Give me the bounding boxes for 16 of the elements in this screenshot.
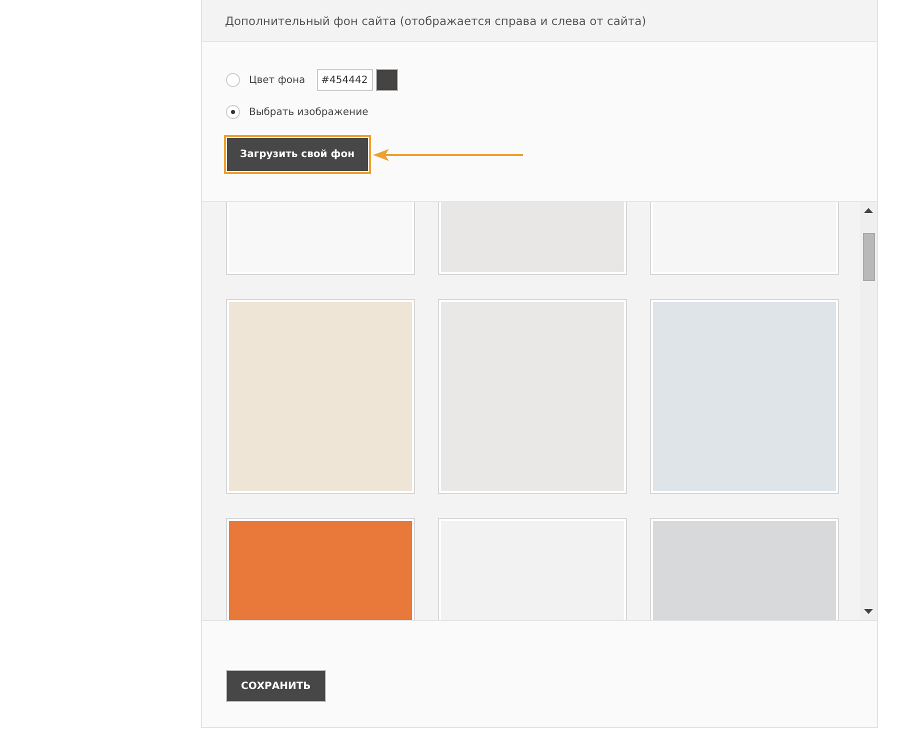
radio-button[interactable] xyxy=(226,73,240,87)
scroll-up-icon[interactable] xyxy=(864,208,873,213)
section-title: Дополнительный фон сайта (отображается справа и слева от сайта) xyxy=(225,14,646,28)
radio-button[interactable] xyxy=(226,105,240,119)
texture-swatch[interactable] xyxy=(226,299,415,494)
upload-button[interactable]: Загрузить свой фон xyxy=(226,137,368,172)
color-swatch[interactable] xyxy=(376,69,398,91)
texture-swatch[interactable] xyxy=(650,299,839,494)
scroll-thumb[interactable] xyxy=(862,233,874,281)
texture-swatch[interactable] xyxy=(438,299,627,494)
scroll-down-icon[interactable] xyxy=(864,609,873,614)
scrollbar[interactable] xyxy=(860,202,877,620)
option-label: Выбрать изображение xyxy=(249,106,368,118)
option-label: Цвет фона xyxy=(249,74,306,86)
color-input-field[interactable]: #454442 xyxy=(317,69,374,91)
save-button[interactable]: СОХРАНИТЬ xyxy=(226,670,326,702)
